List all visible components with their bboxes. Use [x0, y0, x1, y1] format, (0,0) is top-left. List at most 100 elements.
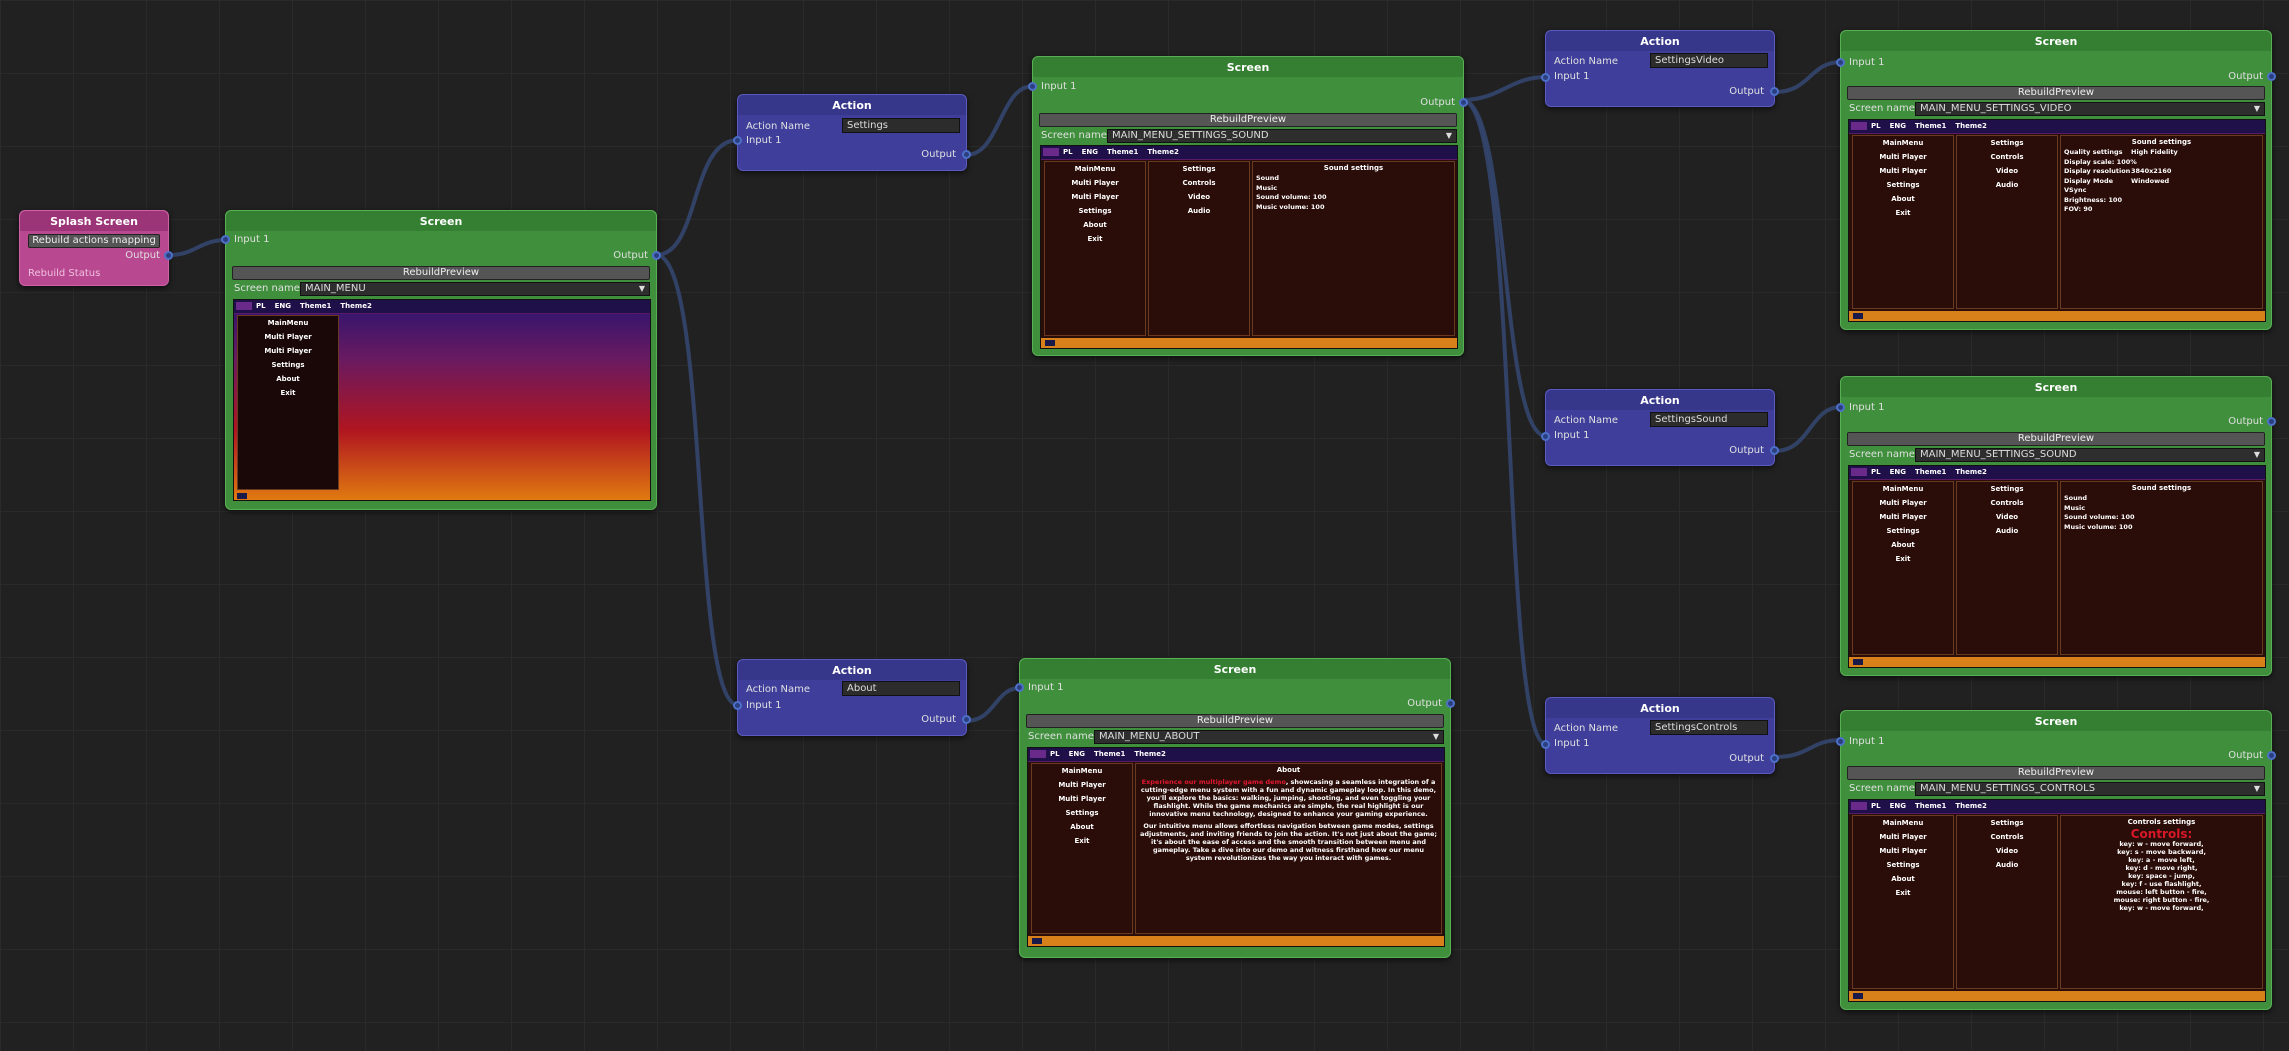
input-label: Input 1	[1041, 81, 1077, 92]
screen-name-select[interactable]: MAIN_MENU_SETTINGS_SOUND ▼	[1107, 129, 1457, 143]
input-port[interactable]	[1541, 73, 1550, 82]
node-title: Action	[1546, 31, 1774, 51]
input-port[interactable]	[1836, 737, 1845, 746]
screen-preview: PL ENG Theme1 Theme2 MainMenu Multi Player Mu…	[1848, 799, 2266, 1002]
rebuild-preview-button[interactable]: RebuildPreview	[232, 266, 650, 280]
screen-name-label: Screen name:	[1849, 783, 1919, 794]
chevron-down-icon: ▼	[1445, 131, 1452, 140]
screen-preview: PL ENG Theme1 Theme2 MainMenu Multi Player Mu…	[1027, 747, 1445, 947]
input-label: Input 1	[1849, 57, 1885, 68]
action-node-settings-video[interactable]: Action Action Name SettingsVideo Input 1…	[1541, 30, 1779, 107]
input-port[interactable]	[221, 235, 230, 244]
input-port[interactable]	[1836, 58, 1845, 67]
chevron-down-icon: ▼	[1432, 732, 1439, 741]
output-port[interactable]	[1459, 98, 1468, 107]
action-name-input[interactable]: SettingsControls	[1650, 720, 1768, 735]
action-name-label: Action Name	[746, 684, 810, 695]
screen-name-label: Screen name:	[1041, 130, 1111, 141]
chevron-down-icon: ▼	[2253, 450, 2260, 459]
node-title: Screen	[1020, 659, 1450, 679]
output-port[interactable]	[1770, 446, 1779, 455]
action-node-settings-sound[interactable]: Action Action Name SettingsSound Input 1…	[1541, 389, 1779, 466]
node-title: Splash Screen	[20, 211, 168, 231]
output-label: Output	[921, 714, 956, 725]
output-port[interactable]	[2267, 417, 2276, 426]
output-port[interactable]	[1770, 754, 1779, 763]
rebuild-preview-button[interactable]: RebuildPreview	[1039, 113, 1457, 127]
input-port[interactable]	[733, 701, 742, 710]
action-name-input[interactable]: About	[842, 681, 960, 696]
action-name-label: Action Name	[1554, 56, 1618, 67]
input-port[interactable]	[733, 136, 742, 145]
output-label: Output	[2228, 71, 2263, 82]
input-label: Input 1	[234, 234, 270, 245]
node-title: Screen	[1841, 377, 2271, 397]
action-name-input[interactable]: SettingsSound	[1650, 412, 1768, 427]
output-port[interactable]	[2267, 751, 2276, 760]
output-label: Output	[2228, 750, 2263, 761]
input-port[interactable]	[1541, 740, 1550, 749]
screen-name-select[interactable]: MAIN_MENU_ABOUT ▼	[1094, 730, 1444, 744]
screen-preview: PL ENG Theme1 Theme2 MainMenu Multi Player Mu…	[1040, 145, 1458, 349]
screen-node-main-menu[interactable]: Screen Input 1 Output RebuildPreview Scr…	[221, 210, 661, 510]
screen-node-settings-sound[interactable]: Screen Input 1 Output RebuildPreview Scr…	[1836, 376, 2276, 676]
node-title: Action	[1546, 390, 1774, 410]
output-port[interactable]	[2267, 72, 2276, 81]
input-port[interactable]	[1015, 683, 1024, 692]
node-title: Screen	[1841, 711, 2271, 731]
screen-name-label: Screen name:	[234, 283, 304, 294]
output-label: Output	[2228, 416, 2263, 427]
action-name-label: Action Name	[746, 121, 810, 132]
screen-node-settings-controls[interactable]: Screen Input 1 Output RebuildPreview Scr…	[1836, 710, 2276, 1010]
output-port[interactable]	[962, 150, 971, 159]
screen-name-select[interactable]: MAIN_MENU_SETTINGS_SOUND ▼	[1915, 448, 2265, 462]
input-port[interactable]	[1541, 432, 1550, 441]
rebuild-preview-button[interactable]: RebuildPreview	[1847, 432, 2265, 446]
output-port[interactable]	[1770, 87, 1779, 96]
rebuild-status-label: Rebuild Status	[28, 268, 101, 279]
node-title: Action	[738, 660, 966, 680]
node-title: Action	[1546, 698, 1774, 718]
screen-node-settings-sound-top[interactable]: Screen Input 1 Output RebuildPreview Scr…	[1028, 56, 1468, 356]
output-label: Output	[1729, 753, 1764, 764]
screen-name-label: Screen name:	[1849, 449, 1919, 460]
screen-preview: PL ENG Theme1 Theme2 MainMenu Multi Player Mu…	[1848, 465, 2266, 668]
rebuild-preview-button[interactable]: RebuildPreview	[1847, 766, 2265, 780]
output-port[interactable]	[652, 251, 661, 260]
input-label: Input 1	[1554, 430, 1590, 441]
action-node-settings[interactable]: Action Action Name Settings Input 1 Outp…	[733, 94, 971, 171]
chevron-down-icon: ▼	[2253, 784, 2260, 793]
action-node-about[interactable]: Action Action Name About Input 1 Output	[733, 659, 971, 736]
output-label: Output	[125, 250, 160, 261]
input-port[interactable]	[1836, 403, 1845, 412]
input-port[interactable]	[1028, 82, 1037, 91]
node-title: Screen	[1033, 57, 1463, 77]
chevron-down-icon: ▼	[2253, 104, 2260, 113]
output-port[interactable]	[1446, 699, 1455, 708]
rebuild-actions-mapping-button[interactable]: Rebuild actions mapping	[28, 234, 160, 248]
screen-node-about[interactable]: Screen Input 1 Output RebuildPreview Scr…	[1015, 658, 1455, 958]
action-name-input[interactable]: SettingsVideo	[1650, 53, 1768, 68]
action-name-label: Action Name	[1554, 415, 1618, 426]
splash-screen-node[interactable]: Splash Screen Rebuild actions mapping Ou…	[19, 210, 173, 286]
screen-node-settings-video[interactable]: Screen Input 1 Output RebuildPreview Scr…	[1836, 30, 2276, 330]
output-label: Output	[1407, 698, 1442, 709]
rebuild-preview-button[interactable]: RebuildPreview	[1026, 714, 1444, 728]
output-label: Output	[1729, 86, 1764, 97]
output-port[interactable]	[962, 715, 971, 724]
chevron-down-icon: ▼	[638, 284, 645, 293]
screen-name-select[interactable]: MAIN_MENU_SETTINGS_VIDEO ▼	[1915, 102, 2265, 116]
screen-preview: PL ENG Theme1 Theme2 MainMenu Multi Player Mu…	[233, 299, 651, 501]
output-label: Output	[613, 250, 648, 261]
screen-name-select[interactable]: MAIN_MENU_SETTINGS_CONTROLS ▼	[1915, 782, 2265, 796]
action-node-settings-controls[interactable]: Action Action Name SettingsControls Inpu…	[1541, 697, 1779, 774]
node-title: Screen	[1841, 31, 2271, 51]
input-label: Input 1	[1849, 402, 1885, 413]
output-port[interactable]	[164, 251, 173, 260]
output-label: Output	[1729, 445, 1764, 456]
preview-tabs: PL ENG Theme1 Theme2	[256, 302, 372, 310]
screen-name-select[interactable]: MAIN_MENU ▼	[300, 282, 650, 296]
rebuild-preview-button[interactable]: RebuildPreview	[1847, 86, 2265, 100]
action-name-input[interactable]: Settings	[842, 118, 960, 133]
screen-name-label: Screen name:	[1849, 103, 1919, 114]
